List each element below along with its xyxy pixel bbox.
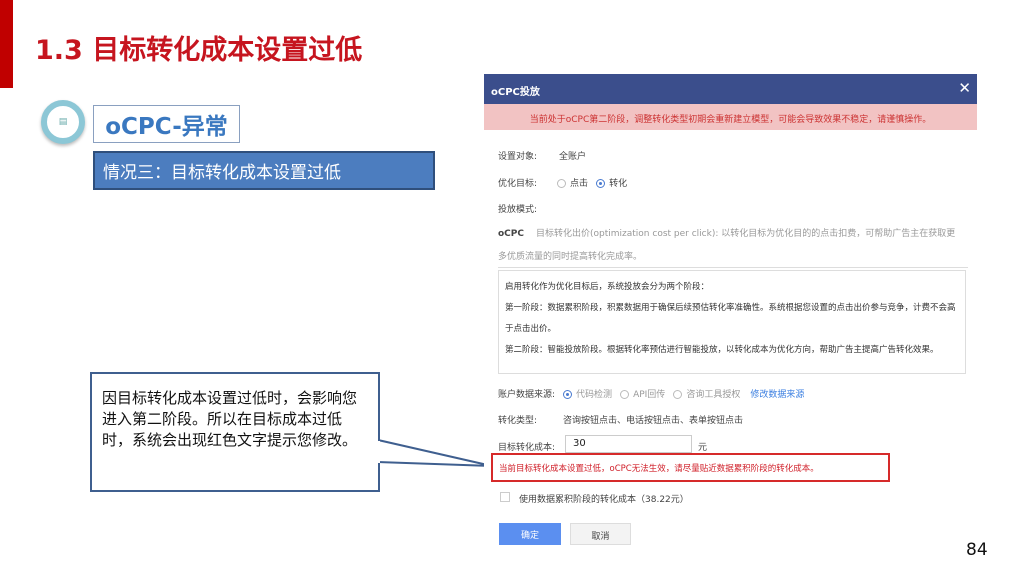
mode-label: 投放模式: [498, 205, 538, 215]
ocpc-desc-2: 多优质流量的同时提高转化完成率。 [498, 252, 643, 262]
radio-api[interactable] [620, 390, 630, 399]
dialog-title: oCPC投放 [491, 87, 540, 98]
radio-conversion[interactable] [596, 179, 606, 188]
stage-one: 第一阶段：数据累积阶段，积累数据用于确保后续预估转化率准确性。系统根据您设置的点… [505, 303, 956, 334]
cost-label: 目标转化成本: [498, 443, 556, 453]
target-cost-input[interactable]: 30 [565, 435, 692, 453]
radio-tool[interactable] [673, 390, 683, 399]
target-value: 全账户 [559, 152, 587, 162]
goal-label: 优化目标: [498, 179, 538, 189]
stage-two: 第二阶段：智能投放阶段。根据转化率预估进行智能投放，以转化成本为优化方向，帮助广… [505, 345, 939, 355]
modify-source-link[interactable]: 修改数据来源 [750, 390, 804, 400]
ocpc-tag: oCPC [498, 229, 524, 239]
stage-warning: 当前处于oCPC第二阶段，调整转化类型初期会重新建立模型，可能会导致效果不稳定，… [484, 104, 977, 130]
target-label: 设置对象: [498, 152, 538, 162]
ocpc-desc: 目标转化出价(optimization cost per click): 以转化… [536, 229, 956, 239]
radio-code-label: 代码检测 [576, 390, 613, 400]
radio-click-label[interactable]: 点击 [570, 179, 588, 189]
radio-tool-label: 咨询工具授权 [686, 390, 741, 400]
close-icon[interactable]: ✕ [958, 79, 971, 97]
callout-note: 因目标转化成本设置过低时，会影响您进入第二阶段。所以在目标成本过低时，系统会出现… [90, 372, 380, 492]
cancel-button[interactable]: 取消 [570, 523, 631, 545]
cost-unit: 元 [698, 443, 708, 453]
use-stage-cost-checkbox[interactable] [500, 492, 510, 502]
stage-info-box: 启用转化作为优化目标后，系统投放会分为两个阶段： 第一阶段：数据累积阶段，积累数… [498, 270, 966, 374]
checkbox-label[interactable]: 使用数据累积阶段的转化成本（38.22元） [519, 492, 689, 505]
confirm-button[interactable]: 确定 [499, 523, 561, 545]
conv-type-value: 咨询按钮点击、电话按钮点击、表单按钮点击 [563, 416, 744, 426]
divider [498, 267, 968, 268]
radio-click[interactable] [557, 179, 567, 188]
source-label: 账户数据来源: [498, 390, 556, 400]
dialog-header: oCPC投放 ✕ [484, 74, 977, 104]
page-number: 84 [966, 540, 988, 560]
conv-type-label: 转化类型: [498, 416, 538, 426]
error-message: 当前目标转化成本设置过低，oCPC无法生效，请尽量贴近数据累积阶段的转化成本。 [491, 453, 890, 482]
radio-conversion-label[interactable]: 转化 [609, 179, 627, 189]
radio-code[interactable] [563, 390, 573, 399]
callout-pointer-join [370, 441, 380, 463]
ocpc-dialog: oCPC投放 ✕ 当前处于oCPC第二阶段，调整转化类型初期会重新建立模型，可能… [484, 74, 977, 556]
radio-api-label: API回传 [633, 390, 666, 400]
stage-intro: 启用转化作为优化目标后，系统投放会分为两个阶段： [505, 282, 710, 292]
